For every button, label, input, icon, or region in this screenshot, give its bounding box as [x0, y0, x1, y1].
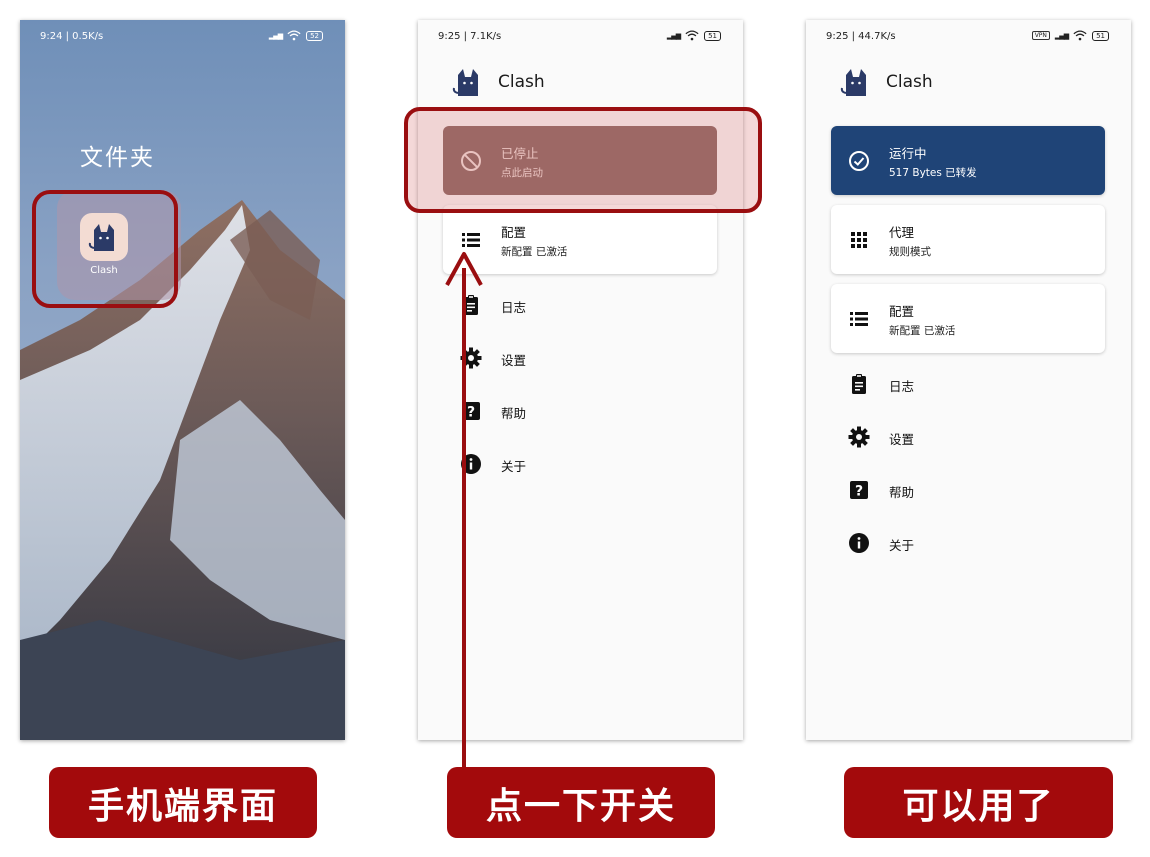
- menu-item-about[interactable]: 关于: [806, 528, 1131, 558]
- status-bar: 9:25 | 44.7K/s VPN ▂▄▆ 51: [806, 20, 1131, 56]
- menu-label: 关于: [889, 538, 915, 553]
- gear-icon: [847, 425, 871, 449]
- app-header: Clash: [840, 66, 933, 98]
- cat-logo-icon: [840, 66, 872, 98]
- clash-running-screen: 9:25 | 44.7K/s VPN ▂▄▆ 51 Clash 运行中 517 …: [806, 20, 1131, 740]
- vpn-badge: VPN: [1031, 31, 1050, 40]
- caption-step-3: 可以用了: [844, 767, 1113, 838]
- profile-title: 配置: [889, 304, 915, 319]
- proxy-subtitle: 规则模式: [889, 246, 931, 258]
- menu-label: 设置: [889, 432, 915, 447]
- menu-label: 帮助: [889, 485, 915, 500]
- help-icon: [847, 478, 871, 502]
- list-icon: [847, 307, 871, 331]
- info-icon: [847, 531, 871, 555]
- proxy-toggle-card[interactable]: 运行中 517 Bytes 已转发: [831, 126, 1105, 195]
- status-time: 9:25 | 44.7K/s: [826, 31, 896, 42]
- menu-item-logs[interactable]: 日志: [806, 369, 1131, 399]
- caption-step-2: 点一下开关: [447, 767, 715, 838]
- clipboard-icon: [847, 372, 871, 396]
- proxy-title: 代理: [889, 225, 915, 240]
- check-circle-icon: [847, 149, 871, 173]
- grid-icon: [847, 228, 871, 252]
- profile-subtitle: 新配置 已激活: [889, 325, 956, 337]
- signal-icon: ▂▄▆: [1054, 31, 1069, 40]
- status-subtitle: 517 Bytes 已转发: [889, 167, 977, 179]
- caption-step-1: 手机端界面: [49, 767, 317, 838]
- profile-card[interactable]: 配置 新配置 已激活: [831, 284, 1105, 353]
- menu-item-settings[interactable]: 设置: [806, 422, 1131, 452]
- proxy-card[interactable]: 代理 规则模式: [831, 205, 1105, 274]
- menu-item-help[interactable]: 帮助: [806, 475, 1131, 505]
- app-title: Clash: [886, 72, 933, 92]
- status-title: 运行中: [889, 146, 927, 161]
- wifi-icon: [1073, 30, 1087, 41]
- menu-label: 日志: [889, 379, 915, 394]
- battery-icon: 51: [1092, 30, 1109, 41]
